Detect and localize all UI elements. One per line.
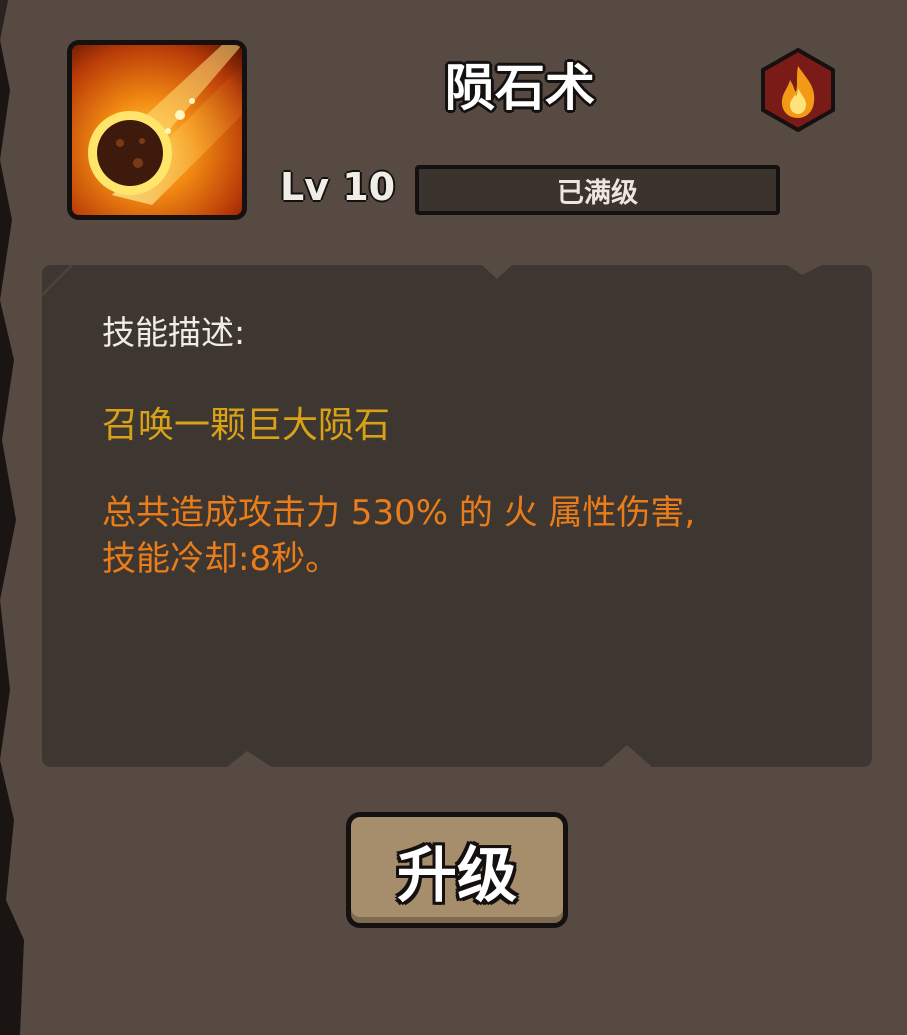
skill-detail-panel: 陨石术 Lv 10 已满级 技能描述: 召唤一颗巨大陨石 总共造成攻击力 530…	[0, 0, 907, 1035]
skill-title: 陨石术	[445, 59, 595, 117]
upgrade-button[interactable]: 升级	[346, 812, 568, 928]
description-summary: 召唤一颗巨大陨石	[102, 405, 391, 446]
level-status-text: 已满级	[557, 177, 638, 209]
description-heading: 技能描述:	[102, 313, 246, 352]
skill-level-label: Lv 10	[280, 165, 396, 209]
level-progress-bar: 已满级	[415, 165, 780, 215]
meteor-icon	[67, 40, 247, 220]
fire-element-icon	[760, 47, 836, 133]
description-detail: 总共造成攻击力 530% 的 火 属性伤害, 技能冷却:8秒。	[102, 490, 822, 582]
damage-detail-line: 总共造成攻击力 530% 的 火 属性伤害,	[102, 493, 696, 533]
cooldown-detail-line: 技能冷却:8秒。	[102, 539, 340, 579]
